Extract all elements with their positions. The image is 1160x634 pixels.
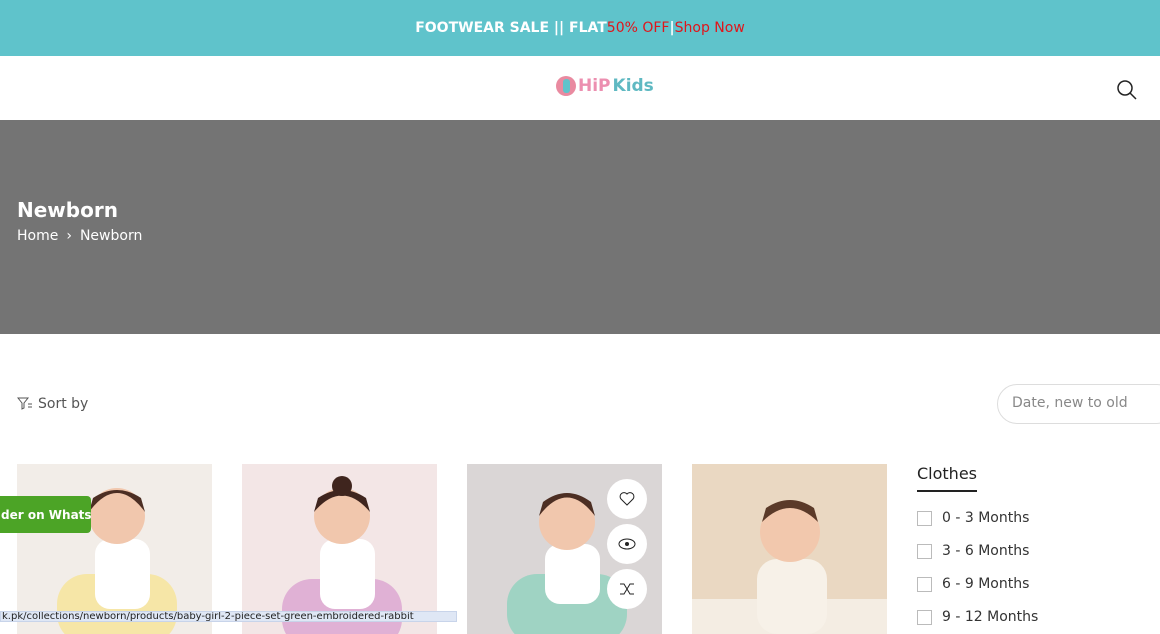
filter-label: 6 - 9 Months bbox=[942, 576, 1030, 592]
filter-checkbox[interactable] bbox=[917, 576, 932, 592]
product-image bbox=[17, 464, 212, 634]
logo-text-hip: HiP bbox=[578, 76, 611, 96]
product-card[interactable] bbox=[692, 464, 887, 634]
filter-option[interactable]: 9 - 12 Months bbox=[917, 609, 1038, 625]
filter-option[interactable]: 3 - 6 Months bbox=[917, 543, 1029, 559]
filter-checkbox[interactable] bbox=[917, 609, 932, 625]
wishlist-button[interactable] bbox=[607, 479, 647, 519]
announcement-text: FOOTWEAR SALE || FLAT bbox=[415, 20, 607, 36]
filter-option[interactable]: 6 - 9 Months bbox=[917, 576, 1029, 592]
quick-view-button[interactable] bbox=[607, 524, 647, 564]
whatsapp-order-button[interactable]: der on Whatsapp bbox=[0, 496, 91, 533]
filter-label: 9 - 12 Months bbox=[942, 609, 1039, 625]
announcement-discount: 50% OFF bbox=[606, 20, 670, 36]
filter-label: 0 - 3 Months bbox=[942, 510, 1030, 526]
eye-icon bbox=[618, 538, 636, 550]
filter-label: 3 - 6 Months bbox=[942, 543, 1030, 559]
sort-select[interactable]: Date, new to old bbox=[997, 384, 1160, 424]
site-logo[interactable]: HiP Kids bbox=[556, 76, 654, 96]
search-icon[interactable] bbox=[1115, 78, 1139, 102]
shop-now-link[interactable]: Shop Now bbox=[675, 20, 745, 36]
logo-text-kids: Kids bbox=[612, 76, 654, 96]
compare-button[interactable] bbox=[607, 569, 647, 609]
site-header: HiP Kids bbox=[0, 56, 1160, 120]
announcement-bar: FOOTWEAR SALE || FLAT 50% OFF | Shop Now bbox=[0, 0, 1160, 56]
shuffle-icon bbox=[620, 583, 634, 595]
chevron-right-icon: › bbox=[66, 228, 72, 244]
filter-icon bbox=[17, 397, 32, 410]
breadcrumb-current: Newborn bbox=[79, 228, 143, 244]
logo-mark-icon bbox=[556, 76, 576, 96]
status-url: k.pk/collections/newborn/products/baby-g… bbox=[0, 611, 457, 622]
sort-by-toggle[interactable]: Sort by bbox=[17, 396, 88, 412]
product-card[interactable] bbox=[242, 464, 437, 634]
collection-hero: Newborn Home › Newborn bbox=[0, 120, 1160, 334]
page-title: Newborn bbox=[17, 198, 118, 222]
breadcrumb: Home › Newborn bbox=[17, 228, 142, 244]
product-image bbox=[242, 464, 437, 634]
breadcrumb-home[interactable]: Home bbox=[17, 228, 58, 244]
product-image bbox=[692, 464, 887, 634]
filter-checkbox[interactable] bbox=[917, 510, 932, 526]
heart-icon bbox=[619, 492, 635, 506]
sidebar-title: Clothes bbox=[917, 464, 977, 492]
filter-checkbox[interactable] bbox=[917, 543, 932, 559]
sort-by-label: Sort by bbox=[38, 396, 89, 412]
filter-option[interactable]: 0 - 3 Months bbox=[917, 510, 1029, 526]
product-card[interactable] bbox=[17, 464, 212, 634]
